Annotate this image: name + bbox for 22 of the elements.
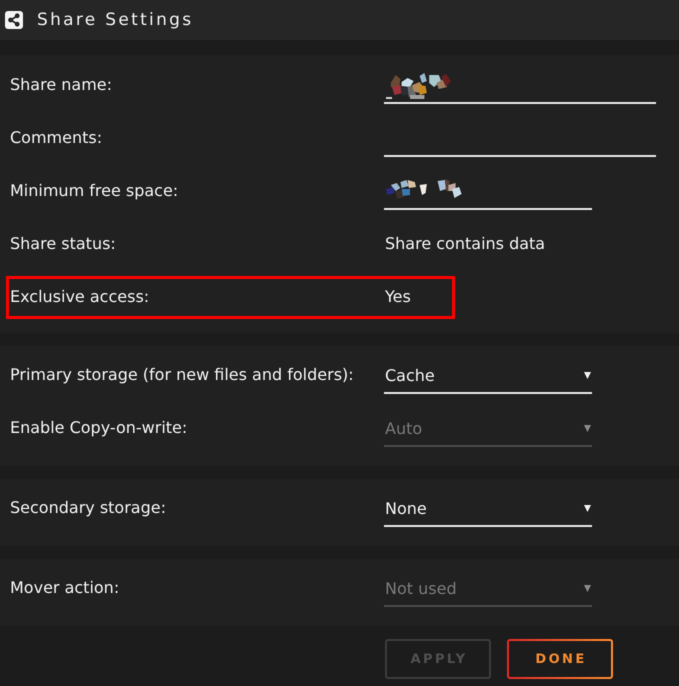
field-label: Comments: [10,128,102,147]
field-value: Share contains data [385,234,546,253]
field-label: Primary storage (for new files and folders): [10,365,354,384]
window-title: Share Settings [37,10,194,30]
caret-down-icon [584,504,591,512]
field-label: Share name: [10,75,112,94]
text-field[interactable] [384,178,592,210]
text-field[interactable] [384,72,656,104]
caret-down-icon [584,372,591,378]
field-label: Mover action: [10,578,120,597]
share-icon [5,11,23,29]
field-value: Yes [385,287,411,306]
field-label: Enable Copy-on-write: [10,418,188,437]
field-label: Minimum free space: [10,181,178,200]
field-label: Secondary storage: [10,498,166,517]
field-label: Exclusive access: [10,287,150,306]
caret-down-icon [584,424,591,432]
caret-down-icon [584,584,591,592]
dropdown-select[interactable]: Cache [384,362,592,394]
dropdown-select[interactable]: None [384,494,592,526]
field-label: Share status: [10,234,116,253]
done-button[interactable]: DONE [507,639,613,679]
